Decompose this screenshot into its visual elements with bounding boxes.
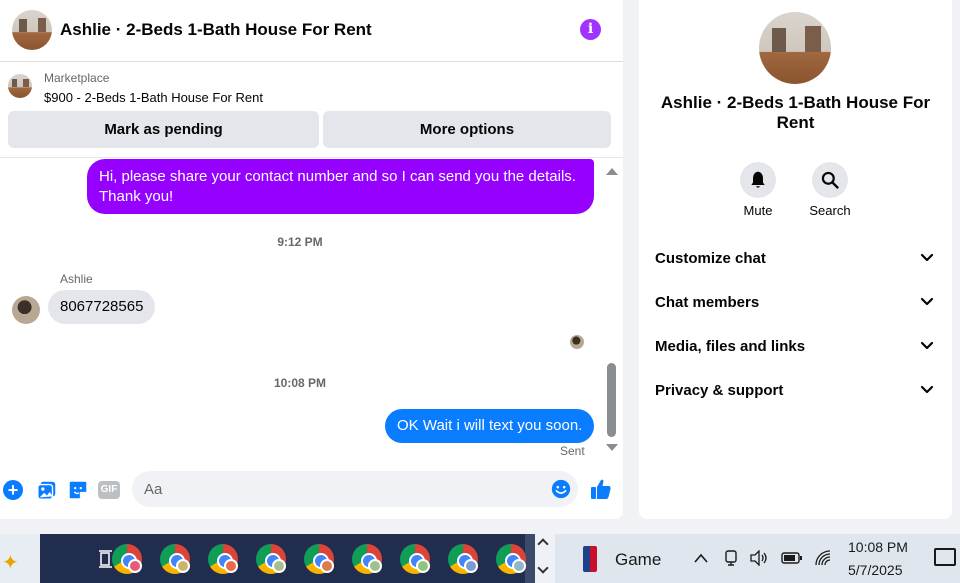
chrome-icon[interactable] [256,544,286,574]
clock-time[interactable]: 10:08 PM [848,539,908,555]
chat-title[interactable]: Ashlie · 2-Beds 1-Bath House For Rent [60,20,372,40]
chrome-icon[interactable] [208,544,238,574]
info-title: Ashlie · 2-Beds 1-Bath House For Rent [660,93,931,132]
nba-logo-icon[interactable] [583,546,597,572]
search-button[interactable] [812,162,848,198]
mute-label: Mute [743,203,773,218]
chrome-icon[interactable] [304,544,334,574]
taskbar-apps [40,534,571,583]
message-list[interactable]: Hi, please share your contact number and… [0,158,605,463]
like-icon[interactable] [589,477,613,501]
chrome-icon[interactable] [112,544,142,574]
emoji-icon[interactable] [550,478,572,500]
sender-name: Ashlie [60,272,93,286]
volume-icon[interactable] [749,550,769,566]
copilot-sparkle-icon: ✦ [2,552,19,574]
timestamp: 9:12 PM [277,235,323,249]
chevron-down-icon[interactable] [537,562,549,574]
clock-date[interactable]: 5/7/2025 [848,562,903,578]
taskbar-overflow-scroll[interactable] [535,534,555,583]
profile-badge-icon [176,559,190,573]
gif-icon[interactable]: GIF [98,481,120,499]
listing-avatar[interactable] [12,10,52,50]
search-label: Search [809,203,851,218]
profile-badge-icon [368,559,382,573]
marketplace-label: Marketplace [44,71,110,85]
profile-badge-icon [320,559,334,573]
row-label: Media, files and links [655,338,806,355]
composer: + GIF [0,463,623,519]
chrome-icon[interactable] [352,544,382,574]
incoming-message[interactable]: 8067728565 [48,290,156,324]
sender-avatar[interactable] [12,296,40,324]
image-icon[interactable] [36,479,58,501]
mute-action[interactable]: Mute [728,162,788,218]
camera-icon[interactable] [723,549,739,567]
timestamp: 10:08 PM [273,376,327,390]
profile-badge-icon [416,559,430,573]
message-input[interactable] [144,479,534,499]
show-hidden-icons-icon[interactable] [693,552,709,564]
search-icon [821,171,839,189]
row-customize-chat[interactable]: Customize chat [639,237,952,281]
game-widget-label[interactable]: Game [615,550,661,570]
widgets-button[interactable]: ✦ [0,534,40,583]
battery-icon[interactable] [781,552,803,564]
info-icon[interactable]: i [580,19,601,40]
profile-badge-icon [128,559,142,573]
chrome-icon[interactable] [400,544,430,574]
row-label: Chat members [655,294,760,311]
chevron-down-icon [920,297,934,306]
chevron-down-icon [920,385,934,394]
chrome-icon[interactable] [496,544,526,574]
row-media-files-links[interactable]: Media, files and links [639,325,952,369]
taskbar: ✦ Game 10:08 PM 5/7/2025 [0,534,960,583]
notification-icon[interactable] [934,548,956,566]
scroll-thumb[interactable] [607,363,616,437]
chrome-icon[interactable] [160,544,190,574]
seen-indicator-avatar [570,335,584,349]
chat-info-panel: Ashlie · 2-Beds 1-Bath House For Rent Mu… [639,0,952,519]
wifi-icon[interactable] [813,548,833,568]
scroll-down-arrow-icon[interactable] [606,444,618,451]
outgoing-message[interactable]: OK Wait i will text you soon. [385,409,595,443]
chevron-up-icon[interactable] [537,538,549,550]
plus-icon[interactable]: + [3,480,23,500]
profile-badge-icon [272,559,286,573]
mark-as-pending-button[interactable]: Mark as pending [8,111,319,148]
listing-title[interactable]: $900 - 2-Beds 1-Bath House For Rent [44,90,263,105]
chevron-down-icon [920,341,934,350]
profile-badge-icon [224,559,238,573]
more-options-button[interactable]: More options [323,111,611,148]
chevron-down-icon [920,253,934,262]
message-status: Sent [560,444,585,458]
message-scrollbar[interactable] [603,160,620,458]
listing-thumbnail[interactable] [8,74,32,98]
marketplace-listing-bar: Marketplace $900 - 2-Beds 1-Bath House F… [0,62,623,158]
profile-badge-icon [464,559,478,573]
chat-header: Ashlie · 2-Beds 1-Bath House For Rent i [0,0,623,62]
row-chat-members[interactable]: Chat members [639,281,952,325]
row-privacy-support[interactable]: Privacy & support [639,369,952,413]
message-input-box[interactable] [132,471,578,507]
system-tray: Game 10:08 PM 5/7/2025 [555,534,960,583]
profile-avatar[interactable] [759,12,831,84]
row-label: Customize chat [655,250,766,267]
chrome-icon[interactable] [448,544,478,574]
mute-button[interactable] [740,162,776,198]
search-action[interactable]: Search [800,162,860,218]
bell-icon [751,171,765,188]
profile-badge-icon [512,559,526,573]
row-label: Privacy & support [655,382,784,399]
chat-panel: Ashlie · 2-Beds 1-Bath House For Rent i … [0,0,623,519]
outgoing-message[interactable]: Hi, please share your contact number and… [87,159,594,214]
scroll-up-arrow-icon[interactable] [606,168,618,175]
sticker-icon[interactable] [67,479,89,501]
